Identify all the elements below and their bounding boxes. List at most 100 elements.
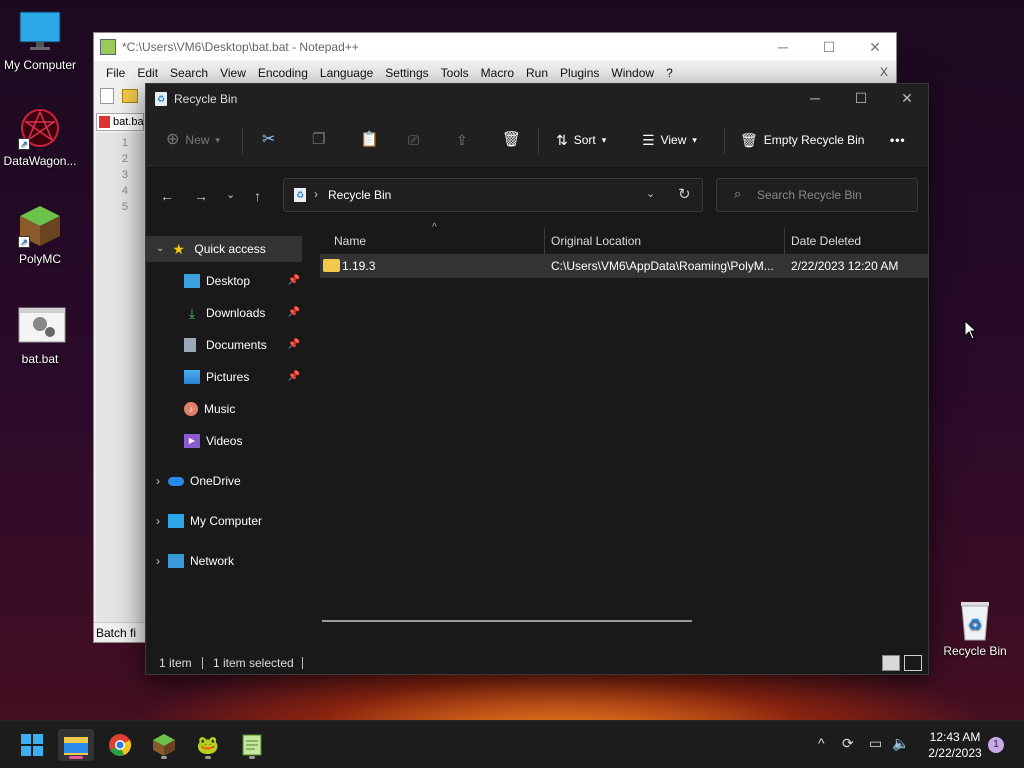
sidebar-item-documents[interactable]: Documents 📌 (146, 332, 302, 358)
taskbar-notepad-plus-plus[interactable] (234, 729, 270, 761)
volume-icon[interactable]: 🔈 (892, 735, 909, 752)
up-arrow-icon[interactable]: ↑ (254, 188, 261, 204)
menu-edit[interactable]: Edit (131, 63, 164, 83)
view-label: View (660, 133, 687, 147)
video-icon: ▶ (184, 434, 200, 448)
address-bar[interactable]: ♻ › Recycle Bin ⌄ ↻ (283, 178, 703, 212)
sidebar-item-videos[interactable]: ▶ Videos (146, 428, 302, 454)
menu-view[interactable]: View (214, 63, 252, 83)
new-file-icon[interactable] (100, 88, 114, 104)
delete-button[interactable]: 🗑 (502, 128, 521, 152)
tiles-view-icon[interactable] (904, 655, 922, 671)
menu-language[interactable]: Language (314, 63, 379, 83)
notepad-tab[interactable]: bat.ba (96, 113, 144, 131)
desktop-icon-datawagon[interactable]: ↗ DataWagon... (0, 106, 80, 168)
desktop-icon-recycle-bin[interactable]: ♻ Recycle Bin (935, 596, 1015, 658)
divider (538, 128, 539, 154)
pin-icon[interactable]: 📌 (288, 364, 300, 390)
minimize-button[interactable]: ─ (792, 84, 838, 114)
search-input[interactable]: Search Recycle Bin (716, 178, 918, 212)
line-number: 1 (121, 137, 128, 149)
taskbar-polymc[interactable] (146, 729, 182, 761)
pin-icon[interactable]: 📌 (288, 300, 300, 326)
close-button[interactable]: ✕ (884, 84, 930, 114)
sync-icon[interactable]: ⟳ (842, 735, 854, 752)
sidebar-item-desktop[interactable]: Desktop 📌 (146, 268, 302, 294)
desktop-icon-bat[interactable]: bat.bat (0, 304, 80, 366)
paste-icon: 📋 (360, 131, 379, 148)
menu-plugins[interactable]: Plugins (554, 63, 605, 83)
divider (724, 128, 725, 154)
notepad-menu-close[interactable]: X (880, 65, 888, 79)
menu-settings[interactable]: Settings (379, 63, 434, 83)
sort-button[interactable]: ⇅ Sort ▾ (556, 128, 606, 152)
pin-icon[interactable]: 📌 (288, 332, 300, 358)
folder-icon (323, 259, 340, 272)
sidebar-item-quick-access[interactable]: ⌄ ★ Quick access (146, 236, 302, 262)
start-button[interactable] (14, 729, 50, 761)
forward-arrow-icon[interactable]: → (194, 188, 208, 204)
menu-help[interactable]: ? (660, 63, 679, 83)
close-button[interactable]: ✕ (852, 33, 898, 61)
copy-button[interactable]: ❐ (312, 128, 325, 152)
clock[interactable]: 12:43 AM 2/22/2023 (922, 729, 988, 761)
view-list-icon: ☰ (642, 132, 655, 148)
desktop-icon-polymc[interactable]: ↗ PolyMC (0, 204, 80, 266)
menu-tools[interactable]: Tools (435, 63, 475, 83)
maximize-button[interactable]: ☐ (806, 33, 852, 61)
menu-encoding[interactable]: Encoding (252, 63, 314, 83)
explorer-window[interactable]: ♻ Recycle Bin ─ ☐ ✕ ⊕ New ▾ ✂ ❐ 📋 ⎚ ⇪ 🗑 … (145, 83, 929, 675)
notepad-app-icon (100, 39, 116, 55)
new-button[interactable]: ⊕ New ▾ (166, 128, 220, 152)
chevron-down-icon: ⌄ (156, 243, 165, 254)
empty-recycle-bin-button[interactable]: 🗑 Empty Recycle Bin (740, 128, 864, 152)
taskbar-chrome[interactable] (102, 729, 138, 761)
sidebar-item-pictures[interactable]: Pictures 📌 (146, 364, 302, 390)
windows-logo-icon (21, 734, 43, 756)
notification-badge[interactable]: 1 (988, 737, 1004, 753)
column-header-name[interactable]: Name (328, 228, 544, 254)
sidebar-item-downloads[interactable]: ⤓ Downloads 📌 (146, 300, 302, 326)
view-button[interactable]: ☰ View ▾ (642, 128, 697, 152)
command-bar: ⊕ New ▾ ✂ ❐ 📋 ⎚ ⇪ 🗑 ⇅ Sort ▾ ☰ View ▾ 🗑 … (146, 114, 928, 166)
show-hidden-icons-chevron-icon[interactable]: ^ (818, 735, 825, 751)
maximize-button[interactable]: ☐ (838, 84, 884, 114)
batch-file-icon (18, 304, 66, 348)
navigation-bar: ← → ⌄ ↑ ♻ › Recycle Bin ⌄ ↻ Search Recyc… (146, 166, 928, 224)
column-header-date[interactable]: Date Deleted (784, 228, 924, 254)
desktop-icon-my-computer[interactable]: My Computer (0, 10, 80, 72)
taskbar-file-explorer[interactable] (58, 729, 94, 761)
desktop-icon-label: PolyMC (18, 252, 61, 266)
sidebar-item-music[interactable]: ♪ Music (146, 396, 302, 422)
menu-search[interactable]: Search (164, 63, 214, 83)
pin-icon[interactable]: 📌 (288, 268, 300, 294)
sidebar-item-my-computer[interactable]: › My Computer (146, 508, 302, 534)
recent-chevron-icon[interactable]: ⌄ (226, 188, 235, 201)
refresh-icon[interactable]: ↻ (678, 185, 691, 203)
cut-button[interactable]: ✂ (262, 128, 275, 152)
menu-window[interactable]: Window (605, 63, 660, 83)
details-view-icon[interactable] (882, 655, 900, 671)
more-options-button[interactable]: ••• (890, 128, 906, 152)
share-button[interactable]: ⇪ (456, 128, 468, 152)
menu-run[interactable]: Run (520, 63, 554, 83)
menu-file[interactable]: File (100, 63, 131, 83)
horizontal-scrollbar[interactable] (322, 620, 692, 622)
table-row[interactable]: 1.19.3 C:\Users\VM6\AppData\Roaming\Poly… (320, 254, 928, 278)
network-status-icon[interactable]: ▭ (869, 735, 882, 752)
back-arrow-icon[interactable]: ← (160, 188, 174, 204)
open-file-icon[interactable] (122, 89, 138, 103)
address-dropdown-icon[interactable]: ⌄ (646, 187, 655, 200)
menu-macro[interactable]: Macro (475, 63, 520, 83)
sidebar-item-onedrive[interactable]: › OneDrive (146, 468, 302, 494)
explorer-titlebar[interactable]: ♻ Recycle Bin ─ ☐ ✕ (146, 84, 928, 114)
sidebar-label: OneDrive (190, 474, 241, 488)
sidebar-item-network[interactable]: › Network (146, 548, 302, 574)
column-header-location[interactable]: Original Location (544, 228, 784, 254)
paste-button[interactable]: 📋 (360, 128, 379, 152)
taskbar-app-frog[interactable]: 🐸 (190, 729, 226, 761)
taskbar: 🐸 ^ ⟳ ▭ 🔈 12:43 AM 2/22/2023 1 (0, 720, 1024, 768)
shortcut-arrow-icon: ↗ (18, 236, 30, 248)
minimize-button[interactable]: ─ (760, 33, 806, 61)
rename-button[interactable]: ⎚ (408, 128, 419, 152)
